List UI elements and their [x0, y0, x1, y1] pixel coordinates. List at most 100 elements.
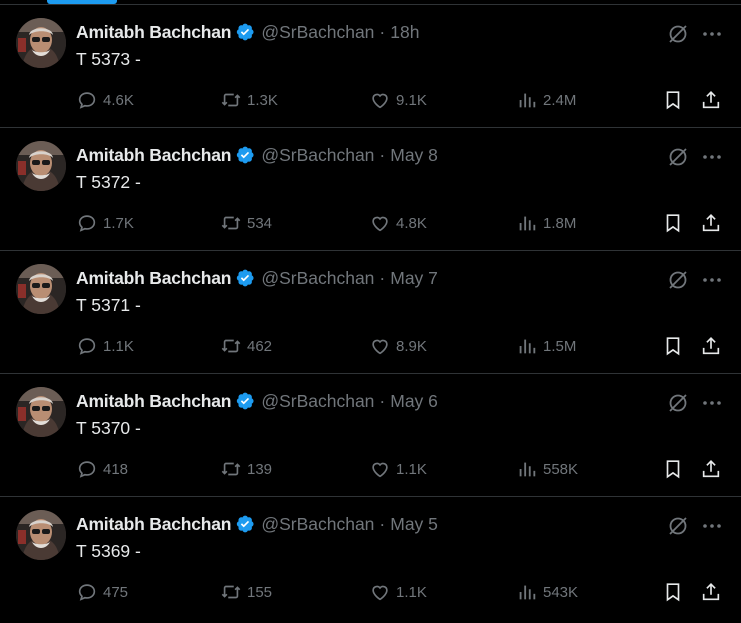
more-icon[interactable] [700, 22, 724, 46]
tweet-header: Amitabh Bachchan @SrBachchan · May 8 [76, 145, 438, 165]
author-handle[interactable]: @SrBachchan [261, 391, 374, 411]
retweet-count: 155 [247, 583, 273, 601]
separator-dot: · [379, 145, 386, 165]
grok-icon[interactable] [666, 514, 690, 538]
grok-icon[interactable] [666, 391, 690, 415]
heart-icon [369, 458, 391, 480]
share-icon [700, 335, 722, 357]
retweet-button[interactable]: 139 [220, 457, 272, 481]
bookmark-button[interactable] [662, 334, 684, 358]
timestamp[interactable]: May 5 [390, 514, 438, 534]
views-button[interactable]: 1.8M [516, 211, 576, 235]
tweet[interactable]: Amitabh Bachchan @SrBachchan · May 6 T 5… [0, 374, 741, 497]
reply-count: 418 [103, 460, 129, 478]
reply-count: 1.7K [103, 214, 134, 232]
share-button[interactable] [700, 457, 722, 481]
avatar[interactable] [16, 387, 66, 437]
like-count: 4.8K [396, 214, 427, 232]
tweet-feed: Amitabh Bachchan @SrBachchan · 18h T 537… [0, 5, 741, 620]
share-button[interactable] [700, 580, 722, 604]
more-icon[interactable] [700, 268, 724, 292]
like-button[interactable]: 1.1K [369, 580, 427, 604]
bookmark-button[interactable] [662, 88, 684, 112]
retweet-icon [220, 212, 242, 234]
avatar[interactable] [16, 510, 66, 560]
bookmark-icon [662, 212, 684, 234]
views-count: 1.8M [543, 214, 577, 232]
author-handle[interactable]: @SrBachchan [261, 22, 374, 42]
reply-button[interactable]: 1.1K [76, 334, 134, 358]
retweet-button[interactable]: 155 [220, 580, 272, 604]
share-button[interactable] [700, 334, 722, 358]
author-name[interactable]: Amitabh Bachchan [76, 514, 232, 534]
views-count: 2.4M [543, 91, 577, 109]
tweet-header: Amitabh Bachchan @SrBachchan · 18h [76, 22, 419, 42]
retweet-button[interactable]: 1.3K [220, 88, 278, 112]
retweet-count: 462 [247, 337, 273, 355]
grok-icon[interactable] [666, 268, 690, 292]
views-button[interactable]: 1.5M [516, 334, 576, 358]
author-handle[interactable]: @SrBachchan [261, 145, 374, 165]
views-button[interactable]: 558K [516, 457, 578, 481]
like-count: 8.9K [396, 337, 427, 355]
tweet[interactable]: Amitabh Bachchan @SrBachchan · May 5 T 5… [0, 497, 741, 620]
verified-badge-icon[interactable] [235, 514, 255, 534]
retweet-button[interactable]: 534 [220, 211, 272, 235]
like-button[interactable]: 9.1K [369, 88, 427, 112]
reply-count: 1.1K [103, 337, 134, 355]
reply-icon [76, 89, 98, 111]
views-button[interactable]: 2.4M [516, 88, 576, 112]
more-icon[interactable] [700, 514, 724, 538]
like-button[interactable]: 4.8K [369, 211, 427, 235]
heart-icon [369, 581, 391, 603]
author-name[interactable]: Amitabh Bachchan [76, 391, 232, 411]
verified-badge-icon[interactable] [235, 145, 255, 165]
reply-button[interactable]: 1.7K [76, 211, 134, 235]
author-name[interactable]: Amitabh Bachchan [76, 145, 232, 165]
timestamp[interactable]: 18h [390, 22, 419, 42]
heart-icon [369, 335, 391, 357]
grok-icon[interactable] [666, 22, 690, 46]
grok-icon[interactable] [666, 145, 690, 169]
reply-button[interactable]: 4.6K [76, 88, 134, 112]
author-handle[interactable]: @SrBachchan [261, 514, 374, 534]
tweet-text: T 5370 - [76, 418, 141, 438]
author-handle[interactable]: @SrBachchan [261, 268, 374, 288]
verified-badge-icon[interactable] [235, 22, 255, 42]
share-button[interactable] [700, 211, 722, 235]
verified-badge-icon[interactable] [235, 391, 255, 411]
share-icon [700, 89, 722, 111]
avatar[interactable] [16, 18, 66, 68]
bookmark-icon [662, 581, 684, 603]
like-count: 1.1K [396, 460, 427, 478]
bookmark-button[interactable] [662, 211, 684, 235]
tweet-header: Amitabh Bachchan @SrBachchan · May 7 [76, 268, 438, 288]
timestamp[interactable]: May 7 [390, 268, 438, 288]
retweet-icon [220, 458, 242, 480]
more-icon[interactable] [700, 391, 724, 415]
timestamp[interactable]: May 6 [390, 391, 438, 411]
tweet[interactable]: Amitabh Bachchan @SrBachchan · May 7 T 5… [0, 251, 741, 374]
share-button[interactable] [700, 88, 722, 112]
timestamp[interactable]: May 8 [390, 145, 438, 165]
retweet-count: 1.3K [247, 91, 278, 109]
author-name[interactable]: Amitabh Bachchan [76, 268, 232, 288]
author-name[interactable]: Amitabh Bachchan [76, 22, 232, 42]
reply-button[interactable]: 475 [76, 580, 128, 604]
tweet[interactable]: Amitabh Bachchan @SrBachchan · May 8 T 5… [0, 128, 741, 251]
retweet-button[interactable]: 462 [220, 334, 272, 358]
avatar[interactable] [16, 264, 66, 314]
reply-button[interactable]: 418 [76, 457, 128, 481]
bookmark-button[interactable] [662, 580, 684, 604]
verified-badge-icon[interactable] [235, 268, 255, 288]
views-button[interactable]: 543K [516, 580, 578, 604]
avatar[interactable] [16, 141, 66, 191]
separator-dot: · [379, 22, 386, 42]
bookmark-button[interactable] [662, 457, 684, 481]
more-icon[interactable] [700, 145, 724, 169]
tweet[interactable]: Amitabh Bachchan @SrBachchan · 18h T 537… [0, 5, 741, 128]
like-button[interactable]: 1.1K [369, 457, 427, 481]
tweet-header: Amitabh Bachchan @SrBachchan · May 5 [76, 514, 438, 534]
views-icon [516, 89, 538, 111]
like-button[interactable]: 8.9K [369, 334, 427, 358]
